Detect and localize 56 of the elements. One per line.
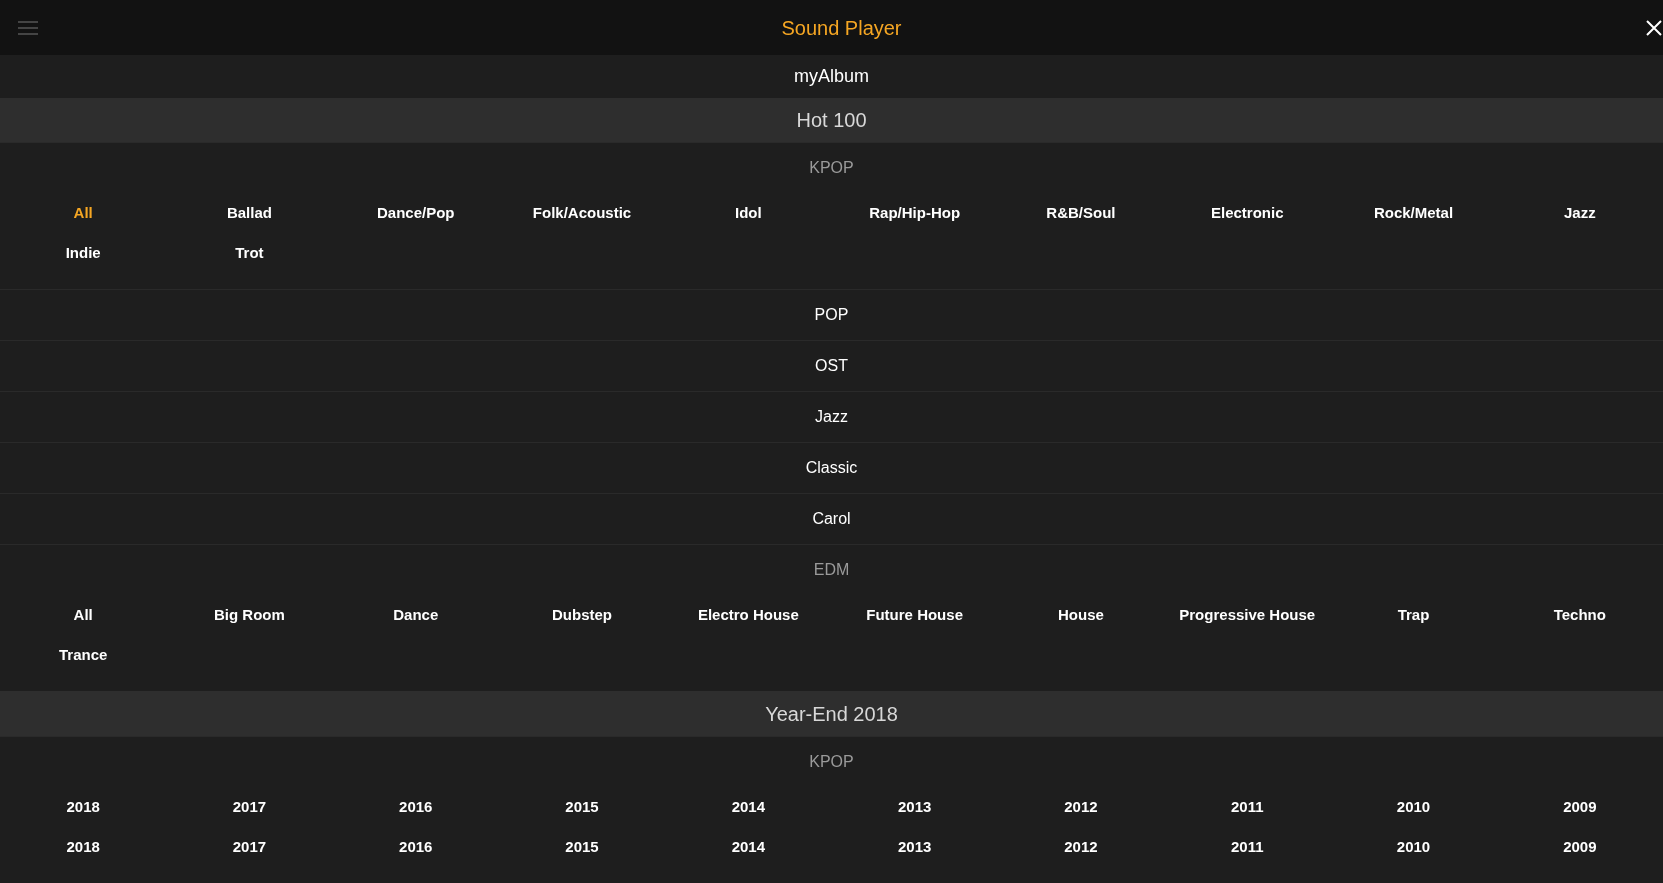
category-link[interactable]: OST	[815, 354, 848, 379]
genre-link[interactable]: All	[73, 202, 93, 225]
section-header: Year-End 2018	[0, 691, 1663, 736]
genre-link[interactable]: 2015	[565, 835, 599, 859]
genre-link[interactable]: Jazz	[1564, 202, 1596, 225]
genre-link[interactable]: 2011	[1230, 795, 1264, 819]
genre-link[interactable]: 2010	[1396, 835, 1431, 859]
category-link[interactable]: Jazz	[815, 405, 848, 430]
menu-link[interactable]: myAlbum	[794, 62, 869, 90]
genre-link[interactable]: Dubstep	[552, 604, 613, 627]
genre-link[interactable]: Progressive House	[1179, 604, 1316, 627]
genre-link[interactable]: Electro House	[697, 604, 799, 627]
genre-link[interactable]: Trance	[58, 644, 108, 667]
genre-link[interactable]: Future House	[866, 604, 963, 627]
category-link[interactable]: KPOP	[809, 750, 854, 774]
genre-link[interactable]: 2017	[232, 795, 267, 819]
genre-link[interactable]: House	[1058, 604, 1104, 627]
genre-link[interactable]: R&B/Soul	[1046, 202, 1116, 225]
genre-link[interactable]: Techno	[1553, 604, 1606, 627]
genre-link[interactable]: 2013	[897, 795, 932, 819]
genre-link[interactable]: 2009	[1563, 835, 1597, 859]
genre-link[interactable]: 2017	[232, 835, 267, 859]
app-title: Sound Player	[781, 15, 902, 41]
genre-link[interactable]: Dance	[393, 604, 439, 627]
genre-link[interactable]: Folk/Acoustic	[532, 202, 632, 225]
genre-link[interactable]: 2012	[1064, 835, 1098, 859]
section-header: Hot 100	[0, 97, 1663, 143]
genre-link[interactable]: 2009	[1563, 795, 1597, 819]
genre-link[interactable]: 2018	[66, 795, 100, 819]
genre-link[interactable]: Big Room	[214, 604, 285, 627]
genre-link[interactable]: Electronic	[1210, 202, 1284, 225]
genre-link[interactable]: Rock/Metal	[1373, 202, 1454, 225]
genre-link[interactable]: Trap	[1397, 604, 1430, 627]
category-link[interactable]: POP	[814, 303, 849, 328]
category-link[interactable]: Classic	[805, 456, 858, 481]
genre-link[interactable]: Dance/Pop	[376, 202, 455, 225]
genre-link[interactable]: 2018	[66, 835, 100, 859]
genre-link[interactable]: 2016	[399, 835, 433, 859]
genre-link[interactable]: Trot	[235, 242, 264, 265]
genre-link[interactable]: Ballad	[226, 202, 272, 225]
genre-link[interactable]: 2014	[731, 835, 766, 859]
genre-link[interactable]: 2014	[731, 795, 766, 819]
genre-link[interactable]: 2013	[897, 835, 932, 859]
genre-link[interactable]: 2011	[1230, 835, 1264, 859]
genre-link[interactable]: 2016	[399, 795, 433, 819]
genre-link[interactable]: 2010	[1396, 795, 1431, 819]
genre-link[interactable]: Rap/Hip-Hop	[869, 202, 961, 225]
category-link[interactable]: EDM	[813, 558, 850, 583]
genre-link[interactable]: 2012	[1064, 795, 1098, 819]
category-link[interactable]: KPOP	[809, 156, 854, 181]
genre-link[interactable]: Indie	[65, 242, 101, 265]
close-icon[interactable]	[1645, 18, 1663, 37]
genre-link[interactable]: 2015	[565, 795, 599, 819]
category-link[interactable]: Carol	[812, 507, 851, 532]
genre-link[interactable]: Idol	[735, 202, 762, 225]
genre-link[interactable]: All	[73, 604, 93, 627]
